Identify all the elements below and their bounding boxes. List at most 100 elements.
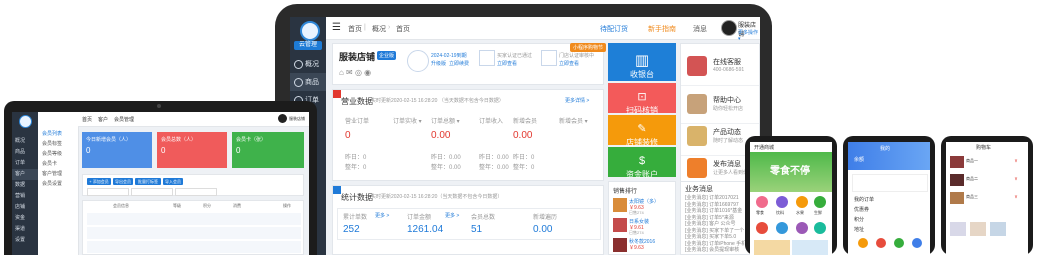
menu-item[interactable]: 我的订单 [854, 196, 874, 203]
import-button[interactable]: 导入会员 [163, 178, 183, 185]
stat-value: 0 [345, 130, 351, 141]
batch-tag-button[interactable]: 批量打标签 [135, 178, 161, 185]
sidebar-item-overview[interactable]: 概况 [290, 55, 326, 73]
breadcrumb-home[interactable]: 首页 [82, 116, 92, 123]
col-header[interactable]: 新增会员 ▾ [559, 116, 588, 125]
sidebar-item[interactable]: 商品 [12, 147, 38, 158]
card-title: 今日新增会员（人） [86, 137, 132, 143]
cashier-tile[interactable]: ▥ 收银台 [608, 43, 676, 81]
scan-verify-tile[interactable]: ⊡ 扫码核销 [608, 83, 676, 115]
laptop-screen: 概况 商品 订单 客户 数据 营销 店铺 资金 渠道 设置 会员列表 会员标签 … [12, 112, 309, 255]
avatar[interactable] [278, 114, 287, 123]
laptop-topbar: 首页 客户 会员管理 服装店铺 [78, 112, 309, 127]
product-thumb[interactable] [950, 156, 964, 168]
sidebar-item[interactable]: 订单 [12, 158, 38, 169]
cart-item-name: 商品三 [966, 194, 978, 199]
sidebar-item[interactable]: 概况 [12, 136, 38, 147]
submenu-item[interactable]: 会员等级 [42, 150, 62, 157]
menu-sub: 400-0686-591 [713, 67, 745, 73]
product-thumb[interactable] [613, 238, 627, 252]
promo-banner[interactable]: 零食不停 [750, 152, 832, 192]
product-card[interactable] [754, 240, 790, 255]
breadcrumb-overview[interactable]: 概况 [372, 24, 386, 34]
table-row[interactable] [87, 241, 301, 253]
submenu-item[interactable]: 会员设置 [42, 180, 62, 187]
filter-input[interactable] [175, 188, 217, 196]
renew-link[interactable]: 立即续费 [449, 60, 469, 67]
store-verify-link[interactable]: 立即查看 [559, 60, 579, 67]
filter-select[interactable] [131, 188, 173, 196]
more-details-link[interactable]: 更多详情 > [565, 97, 589, 104]
funds-account-tile[interactable]: $ 资金账户 [608, 147, 676, 179]
category-icon[interactable] [776, 222, 788, 234]
sidebar-item[interactable]: 渠道 [12, 224, 38, 235]
menu-title: 帮助中心 [713, 96, 741, 104]
stat-value: 0.00 [513, 130, 533, 141]
avatar[interactable] [721, 20, 737, 36]
function-icon[interactable] [858, 238, 868, 248]
sidebar-item[interactable]: 店铺 [12, 202, 38, 213]
sidebar-item-goods[interactable]: 商品 [290, 73, 326, 91]
message-item[interactable]: [业务消息] 会员提现审核 [685, 247, 746, 254]
product-thumb[interactable] [990, 222, 1006, 236]
submenu-item[interactable]: 客户管理 [42, 170, 62, 177]
table-row[interactable] [87, 227, 301, 239]
product-thumb[interactable] [970, 222, 986, 236]
product-thumb[interactable] [950, 192, 964, 204]
submenu-item[interactable]: 会员标签 [42, 140, 62, 147]
panel-updated: 实时更新2020-02-15 16:28:20 （当天数据不包含今日数据） [371, 98, 504, 104]
menu-toggle-icon[interactable]: ☰ [332, 22, 341, 33]
sidebar-item[interactable]: 营销 [12, 191, 38, 202]
category-icon[interactable] [756, 222, 768, 234]
col-header[interactable]: 订单实收 ▾ [393, 116, 422, 125]
store-decor-tile[interactable]: ✎ 店铺装修 [608, 115, 676, 147]
menu-sub: 随时了解动态 [713, 137, 744, 144]
menu-item[interactable]: 地址 [854, 226, 864, 233]
store-icons[interactable]: ⌂ ✉ ◎ ◉ [339, 68, 371, 77]
breadcrumb-current: 首页 [396, 26, 410, 33]
more-link[interactable]: 更多 > [375, 212, 389, 219]
help-icon [687, 93, 707, 114]
more-ops-link[interactable]: 更多操作 ▾ [738, 29, 760, 42]
export-button[interactable]: 导出会员 [113, 178, 133, 185]
verify-link[interactable]: 立即查看 [497, 60, 517, 67]
more-link[interactable]: 更多 > [445, 212, 459, 219]
new-guide-link[interactable]: 新手指南 [648, 24, 676, 34]
card-title: 会员总数（人） [161, 137, 197, 143]
category-icon[interactable] [814, 196, 826, 208]
hot-flag-badge[interactable]: 小程序购物节 [570, 43, 607, 52]
product-thumb[interactable] [613, 218, 627, 232]
sidebar-item[interactable]: 数据 [12, 180, 38, 191]
menu-item[interactable]: 积分 [854, 216, 864, 223]
add-member-button[interactable]: + 添加会员 [87, 178, 111, 185]
category-icon[interactable] [796, 196, 808, 208]
product-thumb[interactable] [613, 198, 627, 212]
sidebar-item[interactable]: 资金 [12, 213, 38, 224]
category-icon[interactable] [796, 222, 808, 234]
filter-select[interactable] [87, 188, 129, 196]
upgrade-link[interactable]: 升级版 [431, 60, 446, 67]
category-icon[interactable] [776, 196, 788, 208]
sidebar-item[interactable]: 设置 [12, 235, 38, 246]
product-thumb[interactable] [950, 174, 964, 186]
category-icon[interactable] [756, 196, 768, 208]
category-icon[interactable] [814, 222, 826, 234]
breadcrumb-home[interactable]: 首页 [348, 24, 362, 34]
table-row[interactable] [87, 213, 301, 225]
product-thumb[interactable] [950, 222, 966, 236]
submenu-item[interactable]: 会员列表 [42, 130, 62, 137]
function-icon[interactable] [912, 238, 922, 248]
online-service-item[interactable]: 在线客服 400-0686-591 [681, 46, 759, 86]
message-item[interactable]: [业务消息] 订单1016*基金 [685, 208, 746, 215]
messages-link[interactable]: 消息 [693, 24, 707, 34]
sidebar-item[interactable]: 客户 [12, 169, 38, 180]
function-icon[interactable] [894, 238, 904, 248]
pending-orders-link[interactable]: 待配订货 [600, 24, 628, 34]
menu-item[interactable]: 优惠券 [854, 206, 869, 213]
product-card[interactable] [792, 240, 828, 255]
function-icon[interactable] [876, 238, 886, 248]
message-item[interactable]: [业务消息] 订单2017021 [685, 195, 746, 202]
tile-label: 店铺装修 [626, 138, 658, 147]
submenu-item[interactable]: 会员卡 [42, 160, 57, 167]
breadcrumb-item[interactable]: 客户 [98, 116, 108, 123]
